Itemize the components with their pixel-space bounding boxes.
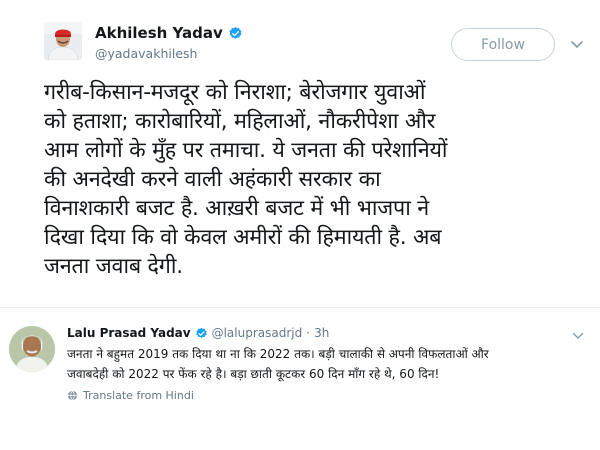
main-tweet: Akhilesh Yadav @yadavakhilesh Follow गरी… (0, 0, 600, 310)
reply-avatar[interactable] (9, 326, 55, 372)
tweet-text-line: आम लोगों के मुँह पर तमाचा. ये जनता की पर… (44, 138, 448, 163)
reply-text-line: जनता ने बहुमत 2019 तक दिया था ना कि 2022… (67, 347, 489, 361)
chevron-down-icon[interactable] (572, 332, 584, 340)
reply-header: Lalu Prasad Yadav @laluprasadrjd · 3h (67, 326, 329, 340)
translate-label[interactable]: Translate from Hindi (83, 389, 194, 402)
reply-tweet: Lalu Prasad Yadav @laluprasadrjd · 3h जन… (0, 308, 600, 450)
tweet-text-line: को हताशा; कारोबारियों, महिलाओं, नौकरीपेश… (44, 109, 436, 134)
tweet-text-line: जनता जवाब देगी. (44, 254, 183, 279)
reply-text-line: जवाबदेही को 2022 पर फेंक रहे है। बड़ा छा… (67, 367, 440, 381)
reply-text: जनता ने बहुमत 2019 तक दिया था ना कि 2022… (67, 344, 587, 384)
verified-badge-icon (195, 327, 207, 338)
tweet-text-line: विनाशकारी बजट है. आख़री बजट में भी भाजपा… (44, 196, 429, 221)
profile-photo-icon (44, 22, 82, 60)
tweet-text-line: गरीब-किसान-मजदूर को निराशा; बेरोजगार युव… (44, 80, 426, 105)
chevron-down-icon[interactable] (570, 40, 584, 50)
globe-icon (67, 390, 78, 401)
verified-badge-icon (229, 26, 242, 39)
reply-author-name[interactable]: Lalu Prasad Yadav (67, 326, 191, 340)
tweet-text-line: की अनदेखी करने वाली अहंकारी सरकार का (44, 167, 381, 192)
tweet-text: गरीब-किसान-मजदूर को निराशा; बेरोजगार युव… (44, 78, 584, 281)
translate-link[interactable]: Translate from Hindi (67, 389, 194, 402)
follow-button[interactable]: Follow (451, 28, 555, 61)
author-info: Akhilesh Yadav @yadavakhilesh (95, 24, 243, 61)
avatar[interactable] (44, 22, 82, 60)
reply-timestamp[interactable]: 3h (314, 326, 329, 340)
tweet-text-line: दिखा दिया कि वो केवल अमीरों की हिमायती ह… (44, 225, 442, 250)
reply-author-handle[interactable]: @laluprasadrjd (212, 326, 303, 340)
author-handle[interactable]: @yadavakhilesh (95, 46, 243, 61)
profile-photo-icon (9, 326, 55, 372)
author-name[interactable]: Akhilesh Yadav (95, 24, 223, 42)
separator-dot: · (306, 326, 311, 340)
